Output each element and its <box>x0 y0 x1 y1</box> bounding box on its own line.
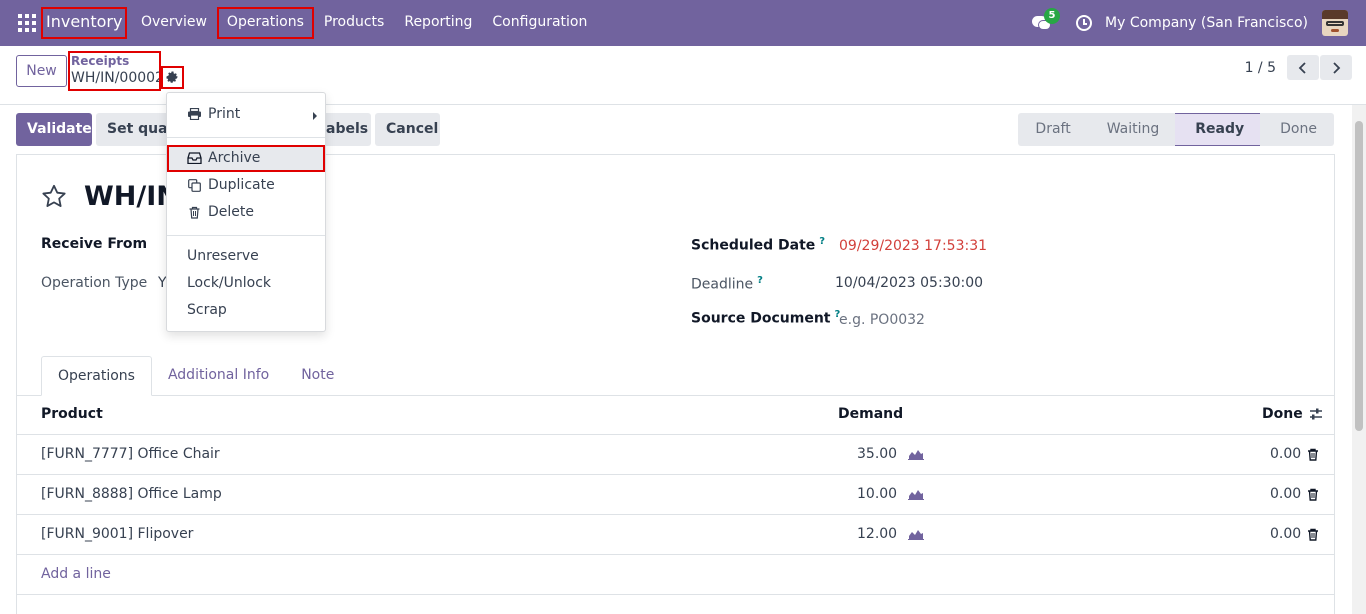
star-icon[interactable] <box>40 183 68 210</box>
archive-icon <box>187 152 202 164</box>
pager-previous-button[interactable] <box>1287 55 1319 80</box>
status-stages: Draft Waiting Ready Done <box>1018 113 1334 146</box>
help-tooltip-icon[interactable]: ? <box>819 236 825 247</box>
validate-button[interactable]: Validate <box>16 113 92 146</box>
menu-overview[interactable]: Overview <box>131 7 217 39</box>
source-document-input[interactable]: e.g. PO0032 <box>839 312 925 328</box>
menu-item-lock-unlock[interactable]: Lock/Unlock <box>167 270 325 297</box>
chevron-left-icon <box>1298 61 1306 74</box>
tab-note[interactable]: Note <box>285 356 350 396</box>
table-header: Product Demand Done <box>17 395 1334 435</box>
navbar-systray: 5 My Company (San Francisco) <box>1032 0 1366 46</box>
menu-reporting[interactable]: Reporting <box>394 7 482 39</box>
printer-icon <box>188 108 201 120</box>
menu-item-archive[interactable]: Archive <box>167 145 325 172</box>
pager-next-button[interactable] <box>1320 55 1352 80</box>
optional-columns-icon[interactable] <box>1309 407 1323 421</box>
breadcrumb-receipts[interactable]: Receipts <box>71 54 158 69</box>
menu-item-print[interactable]: Print <box>167 101 325 128</box>
done-cell[interactable]: 0.00 <box>1270 435 1301 473</box>
menu-item-duplicate[interactable]: Duplicate <box>167 172 325 199</box>
menu-divider <box>167 137 325 138</box>
menu-item-scrap[interactable]: Scrap <box>167 297 325 324</box>
table-row[interactable]: [FURN_8888] Office Lamp 10.00 0.00 <box>17 475 1334 515</box>
actions-dropdown-menu: Print Archive Duplicate Delete Unreserve… <box>166 92 326 332</box>
main-menu: Overview Operations Products Reporting C… <box>131 7 597 39</box>
menu-products[interactable]: Products <box>314 7 394 39</box>
menu-item-unreserve[interactable]: Unreserve <box>167 243 325 270</box>
messages-icon[interactable]: 5 <box>1032 8 1061 32</box>
column-demand[interactable]: Demand <box>838 395 903 433</box>
pager-value[interactable]: 1 / 5 <box>1245 60 1276 76</box>
operations-table: Product Demand Done [FURN_7777] Office C… <box>17 395 1334 595</box>
page-scrollbar[interactable] <box>1352 105 1366 614</box>
user-avatar[interactable] <box>1322 10 1348 36</box>
tab-operations[interactable]: Operations <box>41 356 152 396</box>
product-cell[interactable]: [FURN_7777] Office Chair <box>41 435 220 473</box>
cancel-button[interactable]: Cancel <box>375 113 440 146</box>
notebook-tabs: Operations Additional Info Note <box>41 356 350 396</box>
forecast-chart-icon[interactable] <box>908 488 924 500</box>
breadcrumb: Receipts WH/IN/00002 <box>68 51 164 91</box>
trash-icon[interactable] <box>1307 448 1319 461</box>
product-cell[interactable]: [FURN_9001] Flipover <box>41 515 193 553</box>
set-quantities-button[interactable]: Set quanti <box>96 113 171 146</box>
breadcrumb-current-record: WH/IN/00002 <box>71 70 164 86</box>
menu-configuration[interactable]: Configuration <box>482 7 597 39</box>
done-cell[interactable]: 0.00 <box>1270 475 1301 513</box>
actions-gear-icon[interactable] <box>161 66 184 89</box>
record-title: WH/IN <box>84 181 179 212</box>
stage-waiting[interactable]: Waiting <box>1086 113 1176 146</box>
chevron-right-icon <box>1333 61 1341 74</box>
stage-done[interactable]: Done <box>1260 113 1334 146</box>
activities-clock-icon[interactable] <box>1076 15 1093 31</box>
tab-additional-info[interactable]: Additional Info <box>152 356 285 396</box>
add-line-row: Add a line <box>17 555 1334 595</box>
company-switcher[interactable]: My Company (San Francisco) <box>1105 15 1308 31</box>
source-document-label: Source Document? <box>691 309 841 327</box>
title-row: WH/IN <box>40 181 179 212</box>
trash-icon[interactable] <box>1307 488 1319 501</box>
submenu-caret-icon <box>313 112 317 120</box>
stage-draft[interactable]: Draft <box>1018 113 1087 146</box>
trash-icon <box>189 206 200 219</box>
stage-ready[interactable]: Ready <box>1175 113 1261 146</box>
operation-type-label: Operation Type <box>41 275 148 291</box>
messages-count-badge: 5 <box>1044 8 1061 24</box>
demand-cell: 10.00 <box>857 486 898 502</box>
copy-icon <box>188 178 201 192</box>
app-name[interactable]: Inventory <box>41 7 128 39</box>
top-navbar: Inventory Overview Operations Products R… <box>0 0 1366 46</box>
done-cell[interactable]: 0.00 <box>1270 515 1301 553</box>
menu-operations[interactable]: Operations <box>216 7 314 39</box>
apps-menu-icon[interactable] <box>18 14 36 32</box>
new-button[interactable]: New <box>16 55 67 87</box>
menu-item-delete[interactable]: Delete <box>167 199 325 226</box>
help-tooltip-icon[interactable]: ? <box>757 275 763 286</box>
deadline-value[interactable]: 10/04/2023 05:30:00 <box>835 275 983 291</box>
column-product[interactable]: Product <box>41 395 103 433</box>
demand-cell: 12.00 <box>857 526 898 542</box>
product-cell[interactable]: [FURN_8888] Office Lamp <box>41 475 222 513</box>
scheduled-date-value[interactable]: 09/29/2023 17:53:31 <box>839 238 987 254</box>
pager: 1 / 5 <box>1245 55 1352 80</box>
trash-icon[interactable] <box>1307 528 1319 541</box>
forecast-chart-icon[interactable] <box>908 448 924 460</box>
forecast-chart-icon[interactable] <box>908 528 924 540</box>
demand-cell: 35.00 <box>857 446 898 462</box>
table-row[interactable]: [FURN_7777] Office Chair 35.00 0.00 <box>17 435 1334 475</box>
column-done[interactable]: Done <box>1262 395 1303 433</box>
menu-divider <box>167 235 325 236</box>
deadline-label: Deadline? <box>691 275 763 293</box>
add-line-link[interactable]: Add a line <box>41 555 111 593</box>
scheduled-date-label: Scheduled Date? <box>691 236 826 254</box>
table-row[interactable]: [FURN_9001] Flipover 12.00 0.00 <box>17 515 1334 555</box>
receive-from-label: Receive From <box>41 236 148 252</box>
